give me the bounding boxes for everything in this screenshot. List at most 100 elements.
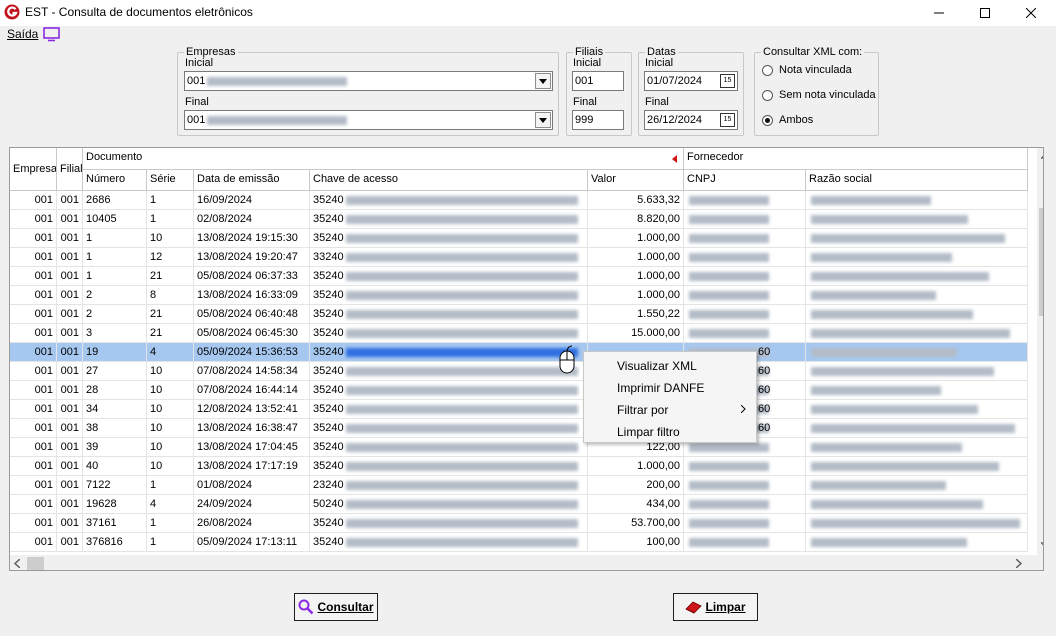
chave-prefix: 23240 <box>313 479 344 491</box>
cell-numero: 1 <box>83 248 147 267</box>
cell-empresa: 001 <box>10 457 57 476</box>
cell-filial: 001 <box>57 362 83 381</box>
table-row[interactable]: 001 001 27 10 07/08/2024 14:58:34 35240 60 <box>10 362 1028 381</box>
radio-ambos[interactable]: Ambos <box>762 114 813 126</box>
header-filial[interactable]: Filial <box>57 148 83 191</box>
table-row[interactable]: 001 001 19628 4 24/09/2024 50240 434,00 <box>10 495 1028 514</box>
cell-filial: 001 <box>57 457 83 476</box>
table-row[interactable]: 001 001 376816 1 05/09/2024 17:13:11 35240 100… <box>10 533 1028 552</box>
header-serie[interactable]: Série <box>147 170 194 191</box>
table-row[interactable]: 001 001 38 10 13/08/2024 16:38:47 35240 60 <box>10 419 1028 438</box>
cell-empresa: 001 <box>10 533 57 552</box>
filial-inicial-input[interactable]: 001 <box>572 71 624 91</box>
header-cnpj[interactable]: CNPJ <box>684 170 806 191</box>
chave-prefix: 35240 <box>313 346 344 358</box>
table-row[interactable]: 001 001 10405 1 02/08/2024 35240 8.820,00 <box>10 210 1028 229</box>
cell-razao <box>806 533 1028 552</box>
scroll-right-icon[interactable] <box>1016 559 1022 568</box>
data-inicial-label: Inicial <box>645 57 674 69</box>
chevron-down-icon[interactable] <box>535 112 551 128</box>
calendar-icon[interactable]: 15 <box>720 113 735 127</box>
header-valor[interactable]: Valor <box>588 170 684 191</box>
cell-filial: 001 <box>57 286 83 305</box>
scroll-down-icon[interactable] <box>1041 542 1044 548</box>
cell-cnpj <box>684 229 806 248</box>
redacted-text <box>811 347 957 357</box>
ctx-limpar-filtro[interactable]: Limpar filtro <box>584 421 756 443</box>
table-row[interactable]: 001 001 7122 1 01/08/2024 23240 200,00 <box>10 476 1028 495</box>
radio-nota-vinculada[interactable]: Nota vinculada <box>762 64 852 76</box>
vertical-scrollbar[interactable] <box>1037 148 1044 555</box>
cell-valor: 1.550,22 <box>588 305 684 324</box>
cell-empresa: 001 <box>10 438 57 457</box>
maximize-button[interactable] <box>962 0 1008 26</box>
context-menu: Visualizar XML Imprimir DANFE Filtrar po… <box>583 351 757 443</box>
ctx-imprimir-danfe[interactable]: Imprimir DANFE <box>584 377 756 399</box>
cell-razao <box>806 210 1028 229</box>
ctx-visualizar-xml[interactable]: Visualizar XML <box>584 355 756 377</box>
cell-numero: 7122 <box>83 476 147 495</box>
vertical-scroll-thumb[interactable] <box>1039 208 1043 316</box>
redacted-text <box>345 290 578 300</box>
documents-grid[interactable]: Empresa Filial Documento Fornecedor Núme… <box>9 147 1044 571</box>
header-empresa[interactable]: Empresa <box>10 148 57 191</box>
radio-button[interactable] <box>762 89 773 101</box>
scroll-left-icon[interactable] <box>14 559 20 568</box>
minimize-button[interactable] <box>916 0 962 26</box>
data-inicial-input[interactable]: 01/07/2024 15 <box>644 71 738 91</box>
data-final-input[interactable]: 26/12/2024 15 <box>644 110 738 130</box>
filial-final-input[interactable]: 999 <box>572 110 624 130</box>
limpar-button[interactable]: Limpar <box>673 593 758 621</box>
cell-cnpj <box>684 514 806 533</box>
radio-button[interactable] <box>762 64 773 76</box>
cell-cnpj <box>684 495 806 514</box>
horizontal-scroll-thumb[interactable] <box>27 557 44 570</box>
table-row[interactable]: 001 001 37161 1 26/08/2024 35240 53.700,00 <box>10 514 1028 533</box>
table-row[interactable]: 001 001 2 8 13/08/2024 16:33:09 35240 1.000,00 <box>10 286 1028 305</box>
monitor-icon[interactable] <box>43 27 61 42</box>
header-numero[interactable]: Número <box>83 170 147 191</box>
table-row[interactable]: 001 001 1 21 05/08/2024 06:37:33 35240 1.000,0… <box>10 267 1028 286</box>
redacted-text <box>811 214 968 224</box>
header-fornecedor[interactable]: Fornecedor <box>684 148 1028 170</box>
scroll-up-icon[interactable] <box>1041 153 1044 159</box>
horizontal-scrollbar[interactable] <box>10 555 1043 570</box>
calendar-icon[interactable]: 15 <box>720 74 735 88</box>
radio-button-selected[interactable] <box>762 114 773 126</box>
cell-valor: 1.000,00 <box>588 229 684 248</box>
table-row[interactable]: 001 001 40 10 13/08/2024 17:17:19 35240 1.000,… <box>10 457 1028 476</box>
radio-sem-nota-vinculada[interactable]: Sem nota vinculada <box>762 89 876 101</box>
table-row[interactable]: 001 001 1 10 13/08/2024 19:15:30 35240 1.000,0… <box>10 229 1028 248</box>
cell-data: 13/08/2024 17:04:45 <box>194 438 310 457</box>
redacted-text <box>811 252 952 262</box>
empresa-final-combo[interactable]: 001 <box>184 110 553 130</box>
cell-empresa: 001 <box>10 495 57 514</box>
table-row[interactable]: 001 001 1 12 13/08/2024 19:20:47 33240 1.000,0… <box>10 248 1028 267</box>
chave-prefix: 35240 <box>313 289 344 301</box>
header-razao-social[interactable]: Razão social <box>806 170 1028 191</box>
header-documento[interactable]: Documento <box>83 148 684 170</box>
table-row[interactable]: 001 001 2 21 05/08/2024 06:40:48 35240 1.550,2… <box>10 305 1028 324</box>
table-row[interactable]: 001 001 2686 1 16/09/2024 35240 5.633,32 <box>10 191 1028 210</box>
cell-data: 01/08/2024 <box>194 476 310 495</box>
redacted-text <box>345 461 578 471</box>
data-inicial-value: 01/07/2024 <box>647 75 703 87</box>
chevron-down-icon[interactable] <box>535 73 551 89</box>
consultar-button[interactable]: Consultar <box>294 593 378 621</box>
close-button[interactable] <box>1008 0 1054 26</box>
cell-chave: 35240 <box>310 438 588 457</box>
cell-chave: 50240 <box>310 495 588 514</box>
cell-razao <box>806 286 1028 305</box>
table-row[interactable]: 001 001 39 10 13/08/2024 17:04:45 35240 122,00 <box>10 438 1028 457</box>
table-row[interactable]: 001 001 19 4 05/09/2024 15:36:53 35240 60 <box>10 343 1028 362</box>
empresa-inicial-combo[interactable]: 001 <box>184 71 553 91</box>
menu-saida[interactable]: Saída <box>7 27 38 41</box>
redacted-text <box>345 252 578 262</box>
table-row[interactable]: 001 001 28 10 07/08/2024 16:44:14 35240 60 <box>10 381 1028 400</box>
table-row[interactable]: 001 001 34 10 12/08/2024 13:52:41 35240 60 <box>10 400 1028 419</box>
header-chave-acesso[interactable]: Chave de acesso <box>310 170 588 191</box>
header-data-emissao[interactable]: Data de emissão <box>194 170 310 191</box>
cell-chave: 35240 <box>310 229 588 248</box>
ctx-filtrar-por[interactable]: Filtrar por <box>584 399 756 421</box>
table-row[interactable]: 001 001 3 21 05/08/2024 06:45:30 35240 15.000,… <box>10 324 1028 343</box>
